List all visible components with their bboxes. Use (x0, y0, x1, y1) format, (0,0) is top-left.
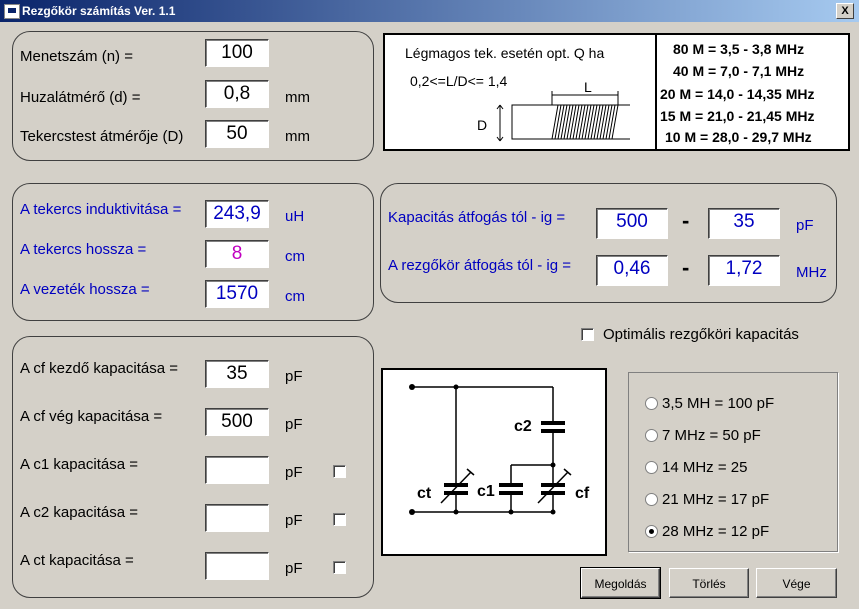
capacitance-dash: - (682, 208, 690, 233)
body-diameter-input[interactable]: 50 (205, 120, 269, 148)
frequency-to-output: 1,72 (708, 255, 780, 286)
coil-length-output: 8 (205, 240, 269, 268)
c2-symbol-label: c2 (514, 418, 532, 435)
c2-input[interactable] (205, 504, 269, 532)
info-box: Légmagos tek. esetén opt. Q ha 0,2<=L/D<… (383, 33, 850, 151)
body-diameter-unit: mm (285, 128, 310, 145)
capacitance-range-unit: pF (796, 217, 814, 234)
cf-symbol-label: cf (575, 485, 590, 502)
preset-radio-40m[interactable] (645, 429, 658, 442)
cf-end-input[interactable]: 500 (205, 408, 269, 436)
cf-start-input[interactable]: 35 (205, 360, 269, 388)
preset-radio-80m[interactable] (645, 397, 658, 410)
preset-label-10m[interactable]: 28 MHz = 12 pF (662, 523, 769, 540)
end-button[interactable]: Vége (756, 568, 837, 598)
coil-length-label: A tekercs hossza = (20, 241, 147, 258)
c1-checkbox[interactable] (333, 465, 346, 478)
preset-radio-10m[interactable] (645, 525, 658, 538)
wire-length-label: A vezeték hossza = (20, 281, 150, 298)
c1-input[interactable] (205, 456, 269, 484)
app-icon (4, 4, 20, 19)
wire-length-unit: cm (285, 288, 305, 305)
band-40m: 40 M = 7,0 - 7,1 MHz (673, 63, 805, 79)
band-15m: 15 M = 21,0 - 21,45 MHz (660, 108, 815, 124)
coil-diagram (496, 91, 630, 142)
preset-label-20m[interactable]: 14 MHz = 25 (662, 459, 747, 476)
c2-label: A c2 kapacitása = (20, 504, 138, 521)
capacitance-from-output: 500 (596, 208, 668, 239)
clear-button[interactable]: Törlés (669, 568, 749, 598)
title-bar: Rezgőkör számítás Ver. 1.1 X (0, 0, 859, 22)
cf-end-label: A cf vég kapacitása = (20, 408, 163, 425)
frequency-range-unit: MHz (796, 264, 827, 281)
frequency-from-output: 0,46 (596, 255, 668, 286)
turns-input[interactable]: 100 (205, 39, 269, 67)
c2-unit: pF (285, 512, 303, 529)
inductance-unit: uH (285, 208, 305, 225)
band-20m: 20 M = 14,0 - 14,35 MHz (660, 86, 815, 102)
cf-start-unit: pF (285, 368, 303, 385)
info-line-1: Légmagos tek. esetén opt. Q ha (405, 45, 605, 61)
coil-length-mark: L (584, 79, 592, 95)
ct-label: A ct kapacitása = (20, 552, 134, 569)
circuit-diagram: ct c1 c2 cf (381, 368, 607, 556)
inductance-output: 243,9 (205, 200, 269, 228)
wire-diameter-input[interactable]: 0,8 (205, 80, 269, 108)
c1-label: A c1 kapacitása = (20, 456, 138, 473)
solve-button[interactable]: Megoldás (580, 567, 661, 599)
c2-checkbox[interactable] (333, 513, 346, 526)
body-diameter-label: Tekercstest átmérője (D) (20, 128, 184, 145)
ct-unit: pF (285, 560, 303, 577)
band-10m: 10 M = 28,0 - 29,7 MHz (665, 129, 812, 145)
wire-diameter-label: Huzalátmérő (d) = (20, 89, 141, 106)
wire-diameter-unit: mm (285, 89, 310, 106)
optimal-capacitance-label[interactable]: Optimális rezgőköri kapacitás (603, 326, 799, 343)
wire-length-output: 1570 (205, 280, 269, 308)
cf-start-label: A cf kezdő kapacitása = (20, 360, 179, 377)
preset-label-80m[interactable]: 3,5 MH = 100 pF (662, 395, 774, 412)
inductance-label: A tekercs induktivitása = (20, 201, 182, 218)
info-divider (655, 35, 657, 149)
ct-checkbox[interactable] (333, 561, 346, 574)
preset-radio-15m[interactable] (645, 493, 658, 506)
optimal-capacitance-checkbox[interactable] (581, 328, 594, 341)
preset-label-15m[interactable]: 21 MHz = 17 pF (662, 491, 769, 508)
c1-symbol-label: c1 (477, 483, 495, 500)
turns-label: Menetszám (n) = (20, 48, 133, 65)
frequency-range-label: A rezgőkör átfogás tól - ig = (388, 257, 572, 274)
capacitance-to-output: 35 (708, 208, 780, 239)
coil-diameter-mark: D (477, 117, 488, 133)
window-title: Rezgőkör számítás Ver. 1.1 (22, 4, 176, 18)
capacitance-range-label: Kapacitás átfogás tól - ig = (388, 209, 566, 226)
preset-label-40m[interactable]: 7 MHz = 50 pF (662, 427, 761, 444)
ct-symbol-label: ct (417, 485, 432, 502)
preset-radio-20m[interactable] (645, 461, 658, 474)
close-button[interactable]: X (836, 3, 854, 19)
coil-length-unit: cm (285, 248, 305, 265)
frequency-dash: - (682, 255, 690, 280)
band-80m: 80 M = 3,5 - 3,8 MHz (673, 41, 805, 57)
cf-end-unit: pF (285, 416, 303, 433)
c1-unit: pF (285, 464, 303, 481)
ct-input[interactable] (205, 552, 269, 580)
circuit-schematic (409, 384, 572, 515)
